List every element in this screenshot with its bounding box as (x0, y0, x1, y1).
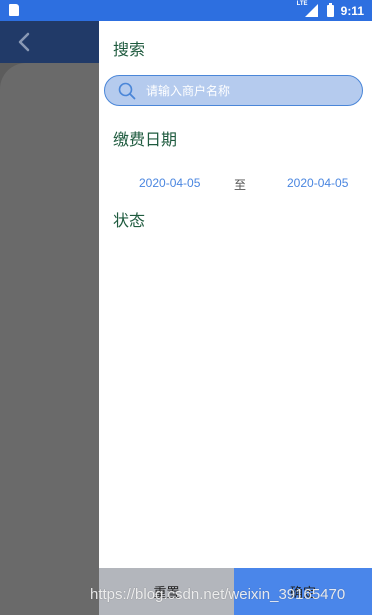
status-bar: LTE 9:11 (0, 0, 372, 21)
filter-drawer: 搜索 缴费日期 2020-04-05 至 2020-04-05 状态 重置 确定 (99, 21, 372, 615)
search-input[interactable] (146, 83, 346, 98)
sd-card-icon (9, 4, 19, 16)
background-page-overlay[interactable] (0, 21, 99, 615)
battery-icon (326, 2, 334, 17)
search-section-title: 搜索 (113, 40, 146, 59)
status-bar-right: LTE 9:11 (297, 1, 364, 19)
end-date-picker[interactable]: 2020-04-05 (287, 176, 348, 190)
search-icon (118, 82, 136, 100)
clock: 9:11 (340, 3, 364, 18)
confirm-button[interactable]: 确定 (234, 568, 372, 615)
date-range: 2020-04-05 至 2020-04-05 (99, 176, 372, 194)
date-separator: 至 (234, 178, 247, 192)
signal-icon: LTE (297, 1, 319, 18)
reset-button[interactable]: 重置 (99, 568, 234, 615)
drawer-footer: 重置 确定 (99, 568, 372, 615)
payment-date-section-title: 缴费日期 (113, 130, 178, 149)
background-card (0, 63, 99, 615)
status-section-title: 状态 (113, 211, 146, 230)
search-box[interactable] (104, 75, 363, 106)
start-date-picker[interactable]: 2020-04-05 (139, 176, 200, 190)
background-header (0, 21, 99, 63)
chevron-left-icon[interactable] (14, 31, 36, 53)
screen: LTE 9:11 搜索 请输入商户名称 缴费日期 2020-04-05 至 20… (0, 0, 372, 615)
